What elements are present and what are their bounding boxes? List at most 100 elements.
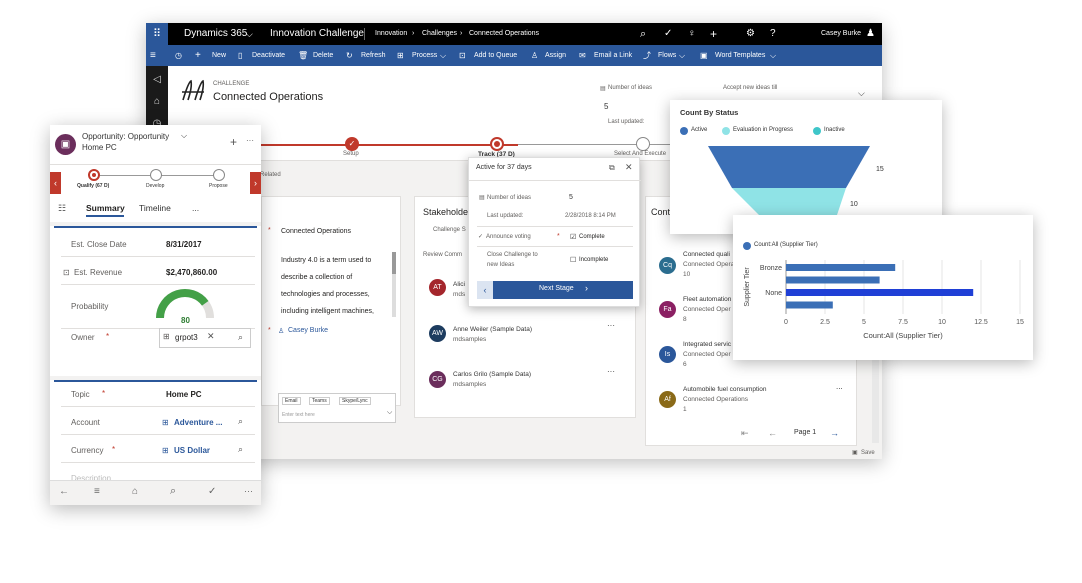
funnel-segment-active[interactable] bbox=[708, 146, 870, 188]
hamburger-menu-icon[interactable]: ≡ bbox=[150, 45, 156, 66]
chevron-down-icon[interactable]: ⌵ bbox=[679, 45, 685, 66]
channel-tag[interactable]: Teams bbox=[309, 397, 330, 405]
related-tab[interactable]: Related bbox=[260, 172, 281, 178]
help-icon[interactable]: ? bbox=[770, 23, 776, 45]
app-name[interactable]: Dynamics 365 bbox=[184, 23, 247, 45]
refresh-icon[interactable]: ↻ bbox=[346, 45, 353, 66]
user-icon[interactable]: ♟ bbox=[866, 23, 875, 45]
search-icon[interactable]: ⌕ bbox=[238, 332, 243, 343]
email-link-button[interactable]: Email a Link bbox=[594, 45, 632, 66]
save-icon[interactable]: ▣ bbox=[852, 449, 858, 456]
word-templates-button[interactable]: Word Templates bbox=[715, 45, 765, 66]
page-scrollbar[interactable] bbox=[872, 353, 879, 443]
more-options-icon[interactable]: ··· bbox=[607, 367, 615, 376]
app-switcher-chevron-icon[interactable]: ⌵ bbox=[246, 23, 253, 45]
home-icon[interactable]: ⌂ bbox=[132, 486, 138, 497]
chevron-down-icon[interactable]: ⌵ bbox=[770, 45, 776, 66]
channels-select[interactable]: Email Teams Skype/Lync Enter text here ⌵ bbox=[278, 393, 396, 423]
stage-pending-icon[interactable] bbox=[213, 169, 225, 181]
topic-value[interactable]: Home PC bbox=[166, 390, 202, 399]
home-icon[interactable]: ⌂ bbox=[151, 96, 163, 108]
app-launcher-icon[interactable]: ⠿ bbox=[146, 23, 168, 45]
bar[interactable] bbox=[786, 301, 833, 309]
challenge-name-value[interactable]: Connected Operations bbox=[281, 228, 351, 235]
previous-stage-icon[interactable]: ‹ bbox=[477, 281, 493, 299]
tab-summary[interactable]: Summary bbox=[86, 203, 125, 213]
idea-title[interactable]: Integrated servic bbox=[683, 341, 731, 348]
bpf-next-icon[interactable]: › bbox=[250, 172, 261, 194]
stage-active-icon[interactable] bbox=[88, 169, 100, 181]
previous-page-icon[interactable]: ← bbox=[768, 428, 777, 438]
close-icon[interactable]: ✕ bbox=[625, 162, 633, 173]
description-scrollbar[interactable] bbox=[392, 252, 396, 317]
stakeholder-name[interactable]: Alici bbox=[453, 281, 465, 288]
first-page-icon[interactable]: ⇤ bbox=[741, 428, 749, 439]
stage-complete-check-icon[interactable]: ✓ bbox=[345, 137, 359, 151]
next-page-icon[interactable]: → bbox=[830, 428, 839, 438]
remove-icon[interactable]: ✕ bbox=[207, 331, 215, 342]
owner-lookup[interactable]: ⊞ grpot3 ✕ ⌕ bbox=[159, 328, 251, 348]
search-icon[interactable]: ⌕ bbox=[238, 444, 243, 455]
lightbulb-icon[interactable]: ♀ bbox=[688, 23, 696, 45]
task-icon[interactable]: ✓ bbox=[664, 23, 672, 45]
flow-icon[interactable]: ⤴ bbox=[643, 45, 651, 66]
owner-link[interactable]: Casey Burke bbox=[288, 327, 328, 334]
channel-tag[interactable]: Email bbox=[282, 397, 301, 405]
word-icon[interactable]: ▣ bbox=[700, 45, 708, 66]
more-options-icon[interactable]: ... bbox=[836, 382, 843, 391]
currency-link[interactable]: US Dollar bbox=[174, 446, 210, 455]
tab-more[interactable]: ... bbox=[192, 203, 199, 213]
chevron-down-icon[interactable]: ⌵ bbox=[440, 45, 446, 66]
description-field[interactable]: Industry 4.0 is a term used to describe … bbox=[281, 252, 391, 320]
new-icon[interactable]: + bbox=[195, 45, 201, 66]
more-options-icon[interactable]: ··· bbox=[244, 486, 253, 496]
menu-icon[interactable]: ≡ bbox=[94, 486, 100, 497]
more-options-icon[interactable]: ··· bbox=[246, 136, 254, 145]
add-to-queue-button[interactable]: Add to Queue bbox=[474, 45, 517, 66]
dock-icon[interactable]: ⧉ bbox=[609, 163, 615, 173]
stage-develop[interactable]: Develop bbox=[146, 183, 164, 189]
tabs-menu-icon[interactable]: ☷ bbox=[58, 203, 66, 214]
idea-title[interactable]: Fleet automation bbox=[683, 296, 731, 303]
back-arrow-icon[interactable]: ← bbox=[59, 486, 69, 497]
header-expand-chevron-icon[interactable]: ⌵ bbox=[858, 88, 865, 99]
tab-timeline[interactable]: Timeline bbox=[139, 203, 171, 213]
user-name[interactable]: Casey Burke bbox=[821, 23, 861, 45]
search-icon[interactable]: ⌕ bbox=[238, 416, 243, 427]
add-icon[interactable]: + bbox=[230, 135, 237, 149]
stakeholders-tab[interactable]: Challenge S bbox=[433, 227, 466, 233]
flows-button[interactable]: Flows bbox=[658, 45, 676, 66]
channel-tag[interactable]: Skype/Lync bbox=[339, 397, 371, 405]
owner-value[interactable]: grpot3 bbox=[175, 333, 198, 342]
breadcrumb-challenges[interactable]: Challenges bbox=[422, 23, 457, 45]
stakeholder-name[interactable]: Anne Weiler (Sample Data) bbox=[453, 326, 532, 333]
process-button[interactable]: Process bbox=[412, 45, 437, 66]
chevron-down-icon[interactable]: ⌵ bbox=[387, 409, 392, 417]
assign-icon[interactable]: ♙ bbox=[531, 45, 538, 66]
breadcrumb-innovation[interactable]: Innovation bbox=[375, 23, 407, 45]
stage-setup[interactable]: Setup bbox=[343, 151, 359, 157]
new-button[interactable]: New bbox=[212, 45, 226, 66]
bar[interactable] bbox=[786, 289, 974, 296]
queue-icon[interactable]: ⊡ bbox=[459, 45, 466, 66]
add-icon[interactable]: + bbox=[710, 23, 717, 45]
idea-title[interactable]: Connected quali bbox=[683, 251, 730, 258]
collapse-icon[interactable]: ◁ bbox=[151, 74, 163, 86]
process-icon[interactable]: ⊞ bbox=[397, 45, 404, 66]
deactivate-button[interactable]: Deactivate bbox=[252, 45, 285, 66]
close-date-value[interactable]: 8/31/2017 bbox=[166, 240, 202, 249]
save-status[interactable]: Save bbox=[861, 450, 875, 456]
stage-pending-icon[interactable] bbox=[636, 137, 650, 151]
delete-icon[interactable]: 🗑 bbox=[298, 45, 308, 66]
bar[interactable] bbox=[786, 264, 896, 271]
task-icon[interactable]: ✓ bbox=[208, 486, 216, 497]
refresh-button[interactable]: Refresh bbox=[361, 45, 386, 66]
next-stage-button[interactable]: ‹ Next Stage › bbox=[477, 281, 633, 299]
stage-qualify[interactable]: Qualify (67 D) bbox=[77, 183, 109, 189]
entity-name[interactable]: Opportunity: Opportunity bbox=[82, 132, 169, 141]
announce-checkbox-icon[interactable]: ☑ bbox=[570, 233, 576, 241]
history-icon[interactable]: ◷ bbox=[175, 45, 182, 66]
stage-propose[interactable]: Propose bbox=[209, 183, 228, 189]
assign-button[interactable]: Assign bbox=[545, 45, 566, 66]
idea-title[interactable]: Automobile fuel consumption bbox=[683, 386, 766, 393]
